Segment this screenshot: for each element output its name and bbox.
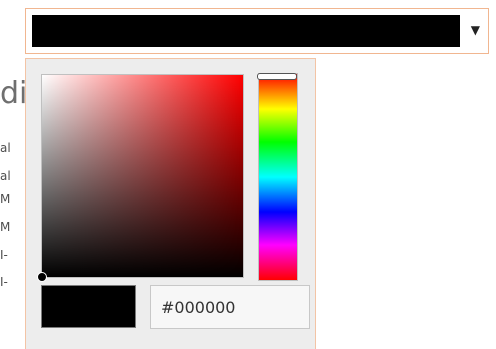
text-fragment: al	[0, 170, 11, 182]
color-preview	[41, 285, 136, 328]
saturation-value-area[interactable]	[37, 74, 244, 282]
saturation-value-handle[interactable]	[37, 272, 47, 282]
hue-slider[interactable]	[257, 73, 298, 281]
hue-slider-handle[interactable]	[257, 73, 297, 80]
color-picker-panel	[25, 58, 316, 349]
selected-color-swatch	[32, 15, 460, 47]
dropdown-arrow-icon[interactable]: ▼	[471, 23, 480, 37]
text-fragment: M	[0, 221, 11, 233]
text-fragment: al	[0, 142, 11, 154]
page-root: di al al M M I- I- ▼	[0, 0, 496, 349]
text-fragment: M	[0, 193, 11, 205]
text-fragment: I-	[0, 249, 8, 261]
color-select[interactable]: ▼	[25, 8, 489, 54]
page-heading-fragment: di	[0, 76, 28, 111]
hex-color-input[interactable]	[150, 285, 310, 329]
text-fragment: I-	[0, 276, 8, 288]
